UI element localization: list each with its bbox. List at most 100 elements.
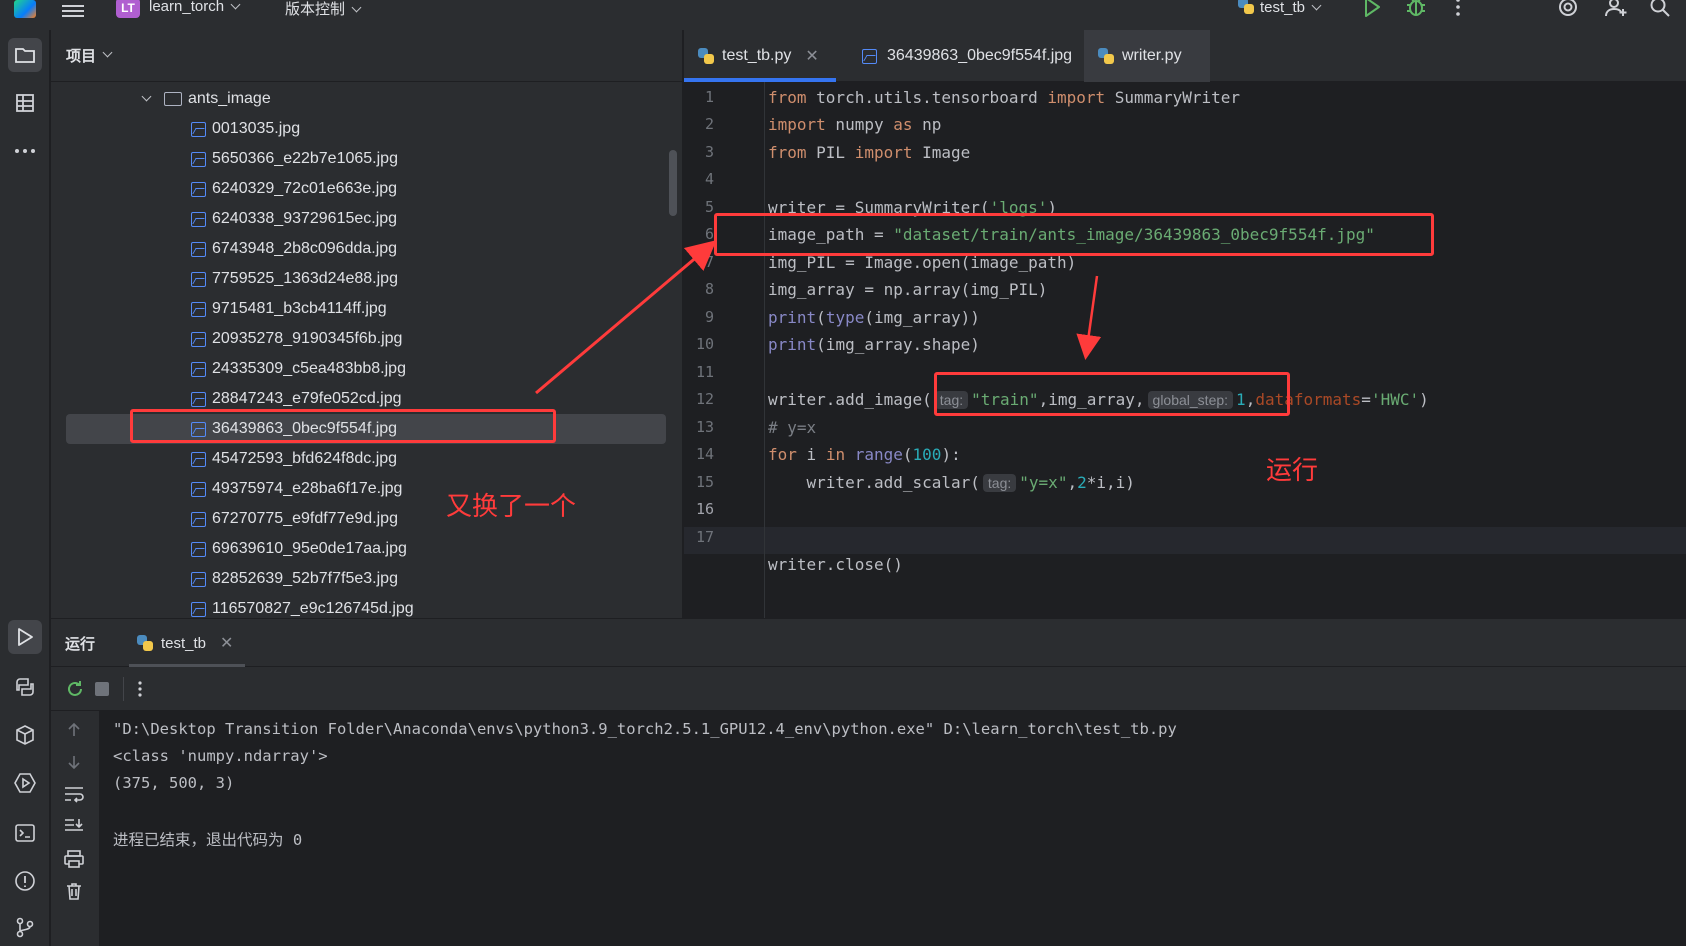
line-number-gutter: 1 2 3 4 5 6 7 8 9 10 11 12 13 14 15 16 17 [684,82,764,618]
terminal-button[interactable] [8,816,42,850]
toolbar-divider [123,677,124,701]
image-file-icon [191,481,206,497]
python-console-button[interactable] [8,670,42,704]
project-panel-header[interactable]: 项目 [51,30,682,82]
tab-image-file[interactable]: 36439863_0bec9f554f.jpg [848,30,1076,82]
more-vertical-icon[interactable] [133,679,147,699]
tree-file-item[interactable]: 45472593_bfd624f8dc.jpg [51,444,671,474]
image-file-icon [191,151,206,167]
image-file-icon [191,271,206,287]
add-user-icon[interactable] [1604,0,1628,18]
console-line: 进程已结束，退出代码为 0 [113,831,303,849]
run-panel-header: 运行 test_tb ✕ [51,619,1686,667]
line-number: 7 [704,253,714,271]
project-panel-title: 项目 [66,48,97,65]
close-icon[interactable]: ✕ [220,633,233,653]
tree-file-item[interactable]: 49375974_e28ba6f17e.jpg [51,474,671,504]
tab-label: writer.py [1122,47,1182,64]
file-label: 6743948_2b8c096dda.jpg [212,240,398,257]
line-number: 9 [704,308,714,326]
file-label: 67270775_e9fdf77e9d.jpg [212,510,398,527]
tool-window-strip [0,30,50,946]
search-icon[interactable] [1648,0,1672,18]
debug-icon[interactable] [1404,0,1428,18]
line-number: 8 [704,280,714,298]
ide-logo-icon [14,0,36,18]
stop-icon[interactable] [93,680,111,698]
tree-file-item[interactable]: 5650366_e22b7e1065.jpg [51,144,671,174]
project-badge[interactable]: LT [116,0,140,18]
ai-assistant-icon[interactable] [1556,0,1580,18]
tree-file-item[interactable]: 0013035.jpg [51,114,671,144]
line-number: 2 [704,115,714,133]
main-menu-icon[interactable] [62,2,84,18]
line-number: 5 [704,198,714,216]
tree-file-item[interactable]: 20935278_9190345f6b.jpg [51,324,671,354]
line-number: 12 [695,390,714,408]
title-bar: LT learn_torch 版本控制 test_tb [0,0,1686,30]
tab-test-tb-py[interactable]: test_tb.py ✕ [684,30,836,82]
project-switcher[interactable]: learn_torch [149,0,241,15]
run-icon[interactable] [1360,0,1384,18]
problems-icon [15,871,35,891]
python-packages-button[interactable] [8,718,42,752]
file-label: 69639610_95e0de17aa.jpg [212,540,407,557]
trash-icon[interactable] [64,881,84,901]
tree-file-item[interactable]: 9715481_b3cb4114ff.jpg [51,294,671,324]
run-tab-test-tb[interactable]: test_tb ✕ [129,619,245,667]
param-hint-tag: tag: [982,474,1017,492]
structure-tool-button[interactable] [8,86,42,120]
tree-file-item[interactable]: 24335309_c5ea483bb8.jpg [51,354,671,384]
image-file-icon [191,601,206,617]
image-file-icon [191,241,206,257]
file-label: 7759525_1363d24e88.jpg [212,270,398,287]
services-button[interactable] [8,766,42,800]
more-vertical-icon[interactable] [1446,0,1470,18]
file-label: 6240338_93729615ec.jpg [212,210,398,227]
tree-file-item[interactable]: 69639610_95e0de17aa.jpg [51,534,671,564]
tree-file-item[interactable]: 6240338_93729615ec.jpg [51,204,671,234]
file-label: 28847243_e79fe052cd.jpg [212,390,402,407]
image-file-icon [191,211,206,227]
soft-wrap-icon[interactable] [63,785,85,803]
console-line: (375, 500, 3) [113,774,235,792]
image-file-icon [191,121,206,137]
tree-file-item[interactable]: 6240329_72c01e663e.jpg [51,174,671,204]
tree-file-item[interactable]: 7759525_1363d24e88.jpg [51,264,671,294]
current-line-highlight [684,527,1686,554]
run-panel: 运行 test_tb ✕ "D:\Desktop Transition Fold… [51,619,1686,946]
project-scrollbar[interactable] [669,150,677,216]
scroll-to-end-icon[interactable] [63,817,85,835]
code-line-2: import numpy as np [768,115,942,134]
project-tool-button[interactable] [8,38,42,72]
run-config-selector[interactable]: test_tb [1238,0,1322,16]
vcs-label: 版本控制 [285,1,346,18]
image-file-icon [191,331,206,347]
chevron-down-icon [102,47,113,58]
print-icon[interactable] [63,849,85,869]
git-button[interactable] [8,910,42,944]
tree-file-item[interactable]: 67270775_e9fdf77e9d.jpg [51,504,671,534]
more-tools-button[interactable] [8,134,42,168]
vcs-menu[interactable]: 版本控制 [285,0,362,19]
run-tool-button[interactable] [8,620,42,654]
chevron-down-icon [1311,0,1322,11]
tree-file-item[interactable]: 82852639_52b7f7f5e3.jpg [51,564,671,594]
arrow-up-icon[interactable] [65,721,83,739]
tab-writer-py[interactable]: writer.py [1084,30,1210,82]
tree-folder-ants-image[interactable]: ants_image [51,84,671,114]
code-line-15: writer.add_scalar(tag: "y=x",2*i,i) [768,473,1135,492]
folder-icon [15,48,35,63]
chevron-down-icon [230,0,241,10]
image-file-icon [191,361,206,377]
close-icon[interactable]: ✕ [805,46,818,66]
console-line: "D:\Desktop Transition Folder\Anaconda\e… [113,720,1177,738]
rerun-icon[interactable] [65,679,85,699]
arrow-down-icon[interactable] [65,753,83,771]
problems-button[interactable] [8,864,42,898]
file-label: 9715481_b3cb4114ff.jpg [212,300,387,317]
file-label: 49375974_e28ba6f17e.jpg [212,480,403,497]
tree-file-item[interactable]: 6743948_2b8c096dda.jpg [51,234,671,264]
chevron-down-icon [351,2,362,13]
run-tab-label: test_tb [161,634,207,652]
